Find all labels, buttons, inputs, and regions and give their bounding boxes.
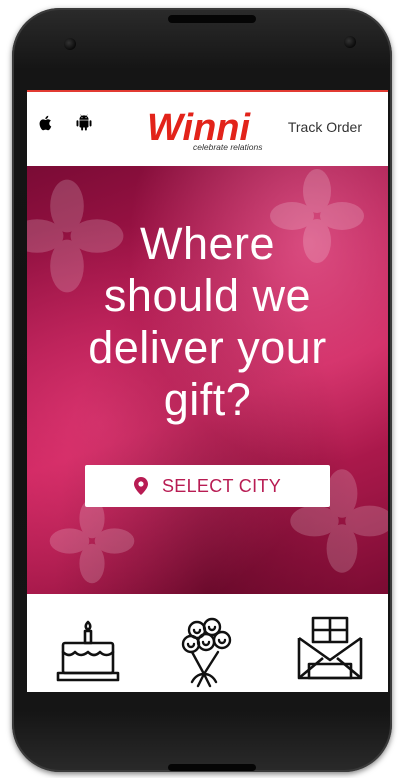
decorative-flower-icon <box>49 498 135 584</box>
birthday-cake-icon[interactable] <box>53 614 123 692</box>
location-pin-icon <box>134 477 148 495</box>
android-icon[interactable] <box>75 114 93 132</box>
apple-icon[interactable] <box>37 114 55 132</box>
app-screen: Winni celebrate relations Track Order Wh… <box>27 90 388 692</box>
front-camera <box>344 36 356 48</box>
select-city-label: SELECT CITY <box>162 475 281 496</box>
headline-line: Where <box>139 218 276 269</box>
speaker-grille-bottom <box>168 764 256 771</box>
top-bar: Winni celebrate relations Track Order <box>27 90 388 166</box>
headline-line: deliver your <box>88 322 327 373</box>
select-city-button[interactable]: SELECT CITY <box>85 465 330 507</box>
headline-line: should we <box>103 270 312 321</box>
speaker-grille-top <box>168 15 256 23</box>
hero-banner: Where should we deliver your gift? SELEC… <box>27 166 388 594</box>
winni-logo[interactable]: Winni celebrate relations <box>145 106 285 152</box>
logo-tagline: celebrate relations <box>193 142 263 152</box>
hero-headline: Where should we deliver your gift? <box>27 218 388 426</box>
category-strip <box>27 594 388 692</box>
track-order-link[interactable]: Track Order <box>288 119 362 135</box>
chocolate-box-icon[interactable] <box>295 614 365 692</box>
headline-line: gift? <box>163 374 252 425</box>
proximity-sensor <box>64 38 76 50</box>
flower-bouquet-icon[interactable] <box>172 614 242 692</box>
